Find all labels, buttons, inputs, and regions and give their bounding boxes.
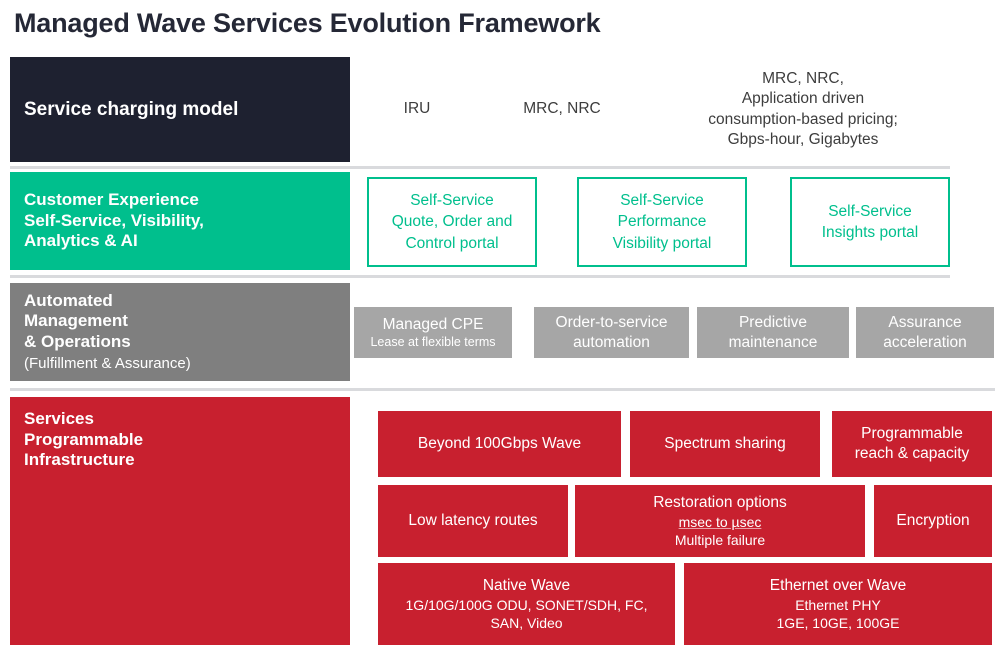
automation-box-title: Predictive maintenance <box>728 313 818 351</box>
cx-box-text: Self-Service Quote, Order and Control po… <box>391 191 513 252</box>
cx-box-self-service-quote-order-control-portal[interactable]: Self-Service Quote, Order and Control po… <box>367 177 537 267</box>
charging-cell-text: MRC, NRC, Application driven consumption… <box>708 69 898 148</box>
row-label-service-charging-model: Service charging model <box>10 57 350 162</box>
service-box-subtitle: Ethernet PHY <box>795 596 881 613</box>
service-box-subtitle-2: Multiple failure <box>674 532 766 549</box>
service-box-programmable-reach-capacity[interactable]: Programmable reach & capacity <box>832 411 992 477</box>
service-box-title: Encryption <box>896 511 970 529</box>
row-label-automated-management-operations: Automated Management & Operations (Fulfi… <box>10 283 350 381</box>
automation-box-title: Order-to-service automation <box>555 313 668 351</box>
row-label-line: Infrastructure <box>24 450 135 470</box>
service-box-title: Native Wave <box>482 576 571 594</box>
automation-box-title: Assurance acceleration <box>883 313 967 351</box>
charging-cell-iru: IRU <box>362 57 472 162</box>
divider-charging-cx <box>10 166 950 169</box>
row-label-line: & Operations <box>24 332 131 352</box>
service-box-encryption[interactable]: Encryption <box>874 485 992 557</box>
row-label-line: Service charging model <box>24 98 239 120</box>
service-box-low-latency-routes[interactable]: Low latency routes <box>378 485 568 557</box>
service-box-subtitle: msec to µsec <box>678 513 762 530</box>
service-box-beyond-100gbps-wave[interactable]: Beyond 100Gbps Wave <box>378 411 621 477</box>
service-box-restoration-options[interactable]: Restoration options msec to µsec Multipl… <box>575 485 865 557</box>
service-box-subtitle-2: SAN, Video <box>490 615 563 632</box>
service-box-native-wave[interactable]: Native Wave 1G/10G/100G ODU, SONET/SDH, … <box>378 563 675 645</box>
row-label-customer-experience: Customer Experience Self-Service, Visibi… <box>10 172 350 270</box>
divider-cx-automated <box>10 275 950 278</box>
charging-cell-application-driven: MRC, NRC, Application driven consumption… <box>658 57 948 162</box>
row-label-line: Services <box>24 409 94 428</box>
page-title: Managed Wave Services Evolution Framewor… <box>14 8 601 38</box>
cx-box-text: Self-Service Insights portal <box>821 202 919 241</box>
automation-box-subtitle: Lease at flexible terms <box>370 335 496 350</box>
row-label-line: Programmable <box>24 429 144 449</box>
service-box-title: Spectrum sharing <box>664 434 786 452</box>
cx-box-text: Self-Service Performance Visibility port… <box>612 191 712 252</box>
service-box-subtitle: 1G/10G/100G ODU, SONET/SDH, FC, <box>405 596 648 613</box>
cx-box-self-service-performance-visibility-portal[interactable]: Self-Service Performance Visibility port… <box>577 177 747 267</box>
charging-cell-mrc-nrc: MRC, NRC <box>492 57 632 162</box>
row-label-line: Analytics & AI <box>24 231 138 251</box>
row-label-sublabel: (Fulfillment & Assurance) <box>24 354 191 372</box>
service-box-title: Restoration options <box>653 493 787 511</box>
automation-box-assurance-acceleration[interactable]: Assurance acceleration <box>856 307 994 358</box>
row-label-line: Management <box>24 311 128 331</box>
service-box-subtitle-2: 1GE, 10GE, 100GE <box>776 615 900 632</box>
service-box-title: Low latency routes <box>408 511 538 529</box>
divider-automated-services <box>10 388 995 391</box>
automation-box-managed-cpe[interactable]: Managed CPE Lease at flexible terms <box>354 307 512 358</box>
automation-box-predictive-maintenance[interactable]: Predictive maintenance <box>697 307 849 358</box>
service-box-spectrum-sharing[interactable]: Spectrum sharing <box>630 411 820 477</box>
automation-box-order-to-service-automation[interactable]: Order-to-service automation <box>534 307 689 358</box>
service-box-ethernet-over-wave[interactable]: Ethernet over Wave Ethernet PHY 1GE, 10G… <box>684 563 992 645</box>
service-box-title: Beyond 100Gbps Wave <box>417 434 582 452</box>
service-box-title: Programmable reach & capacity <box>854 424 970 462</box>
row-label-line: Customer Experience <box>24 189 199 209</box>
row-label-line: Self-Service, Visibility, <box>24 210 204 230</box>
charging-cell-text: MRC, NRC <box>523 100 601 118</box>
row-label-services-programmable-infrastructure: Services Programmable Infrastructure <box>10 397 350 645</box>
cx-box-self-service-insights-portal[interactable]: Self-Service Insights portal <box>790 177 950 267</box>
service-box-title: Ethernet over Wave <box>769 576 907 594</box>
automation-box-title: Managed CPE <box>382 315 484 333</box>
row-label-line: Automated <box>24 290 113 310</box>
charging-cell-text: IRU <box>403 100 431 118</box>
